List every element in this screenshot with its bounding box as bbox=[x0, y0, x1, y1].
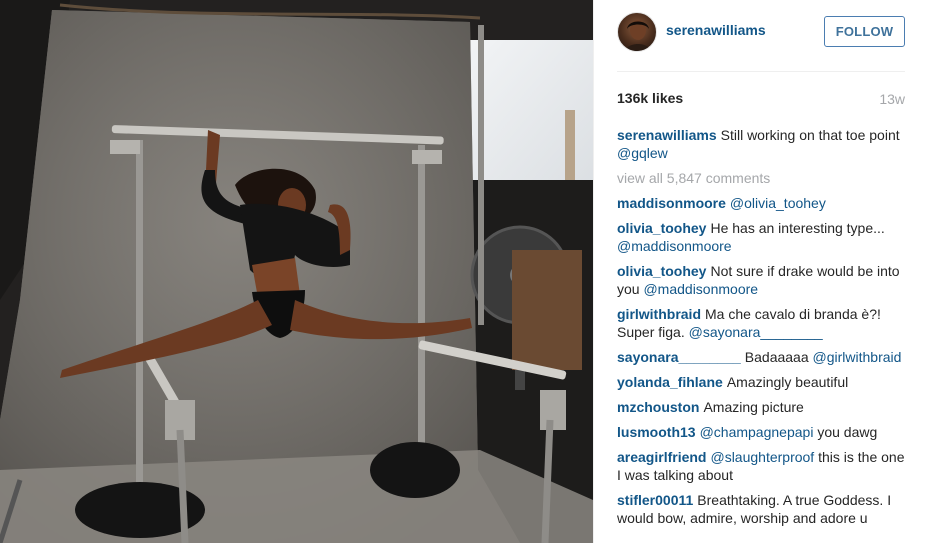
comment-mention[interactable]: @maddisonmoore bbox=[617, 238, 732, 254]
comment-author[interactable]: girlwithbraid bbox=[617, 306, 701, 322]
comment-mention[interactable]: @champagnepapi bbox=[700, 424, 814, 440]
list-item: maddisonmoore @olivia_toohey bbox=[617, 194, 905, 212]
post-photo[interactable] bbox=[0, 0, 593, 543]
post-username[interactable]: serenawilliams bbox=[666, 22, 766, 38]
post-age[interactable]: 13w bbox=[879, 91, 905, 107]
list-item: olivia_toohey Not sure if drake would be … bbox=[617, 262, 905, 298]
comment-author[interactable]: maddisonmoore bbox=[617, 195, 726, 211]
caption: serenawilliams Still working on that toe … bbox=[617, 126, 905, 162]
view-all-comments-link[interactable]: view all 5,847 comments bbox=[617, 169, 905, 187]
list-item: mzchouston Amazing picture bbox=[617, 398, 905, 416]
avatar-photo-icon bbox=[624, 20, 652, 51]
comment-author[interactable]: areagirlfriend bbox=[617, 449, 706, 465]
post-sidebar: serenawilliams FOLLOW 136k likes 13w ser… bbox=[593, 0, 925, 543]
follow-button[interactable]: FOLLOW bbox=[824, 16, 905, 47]
list-item: yolanda_fihlane Amazingly beautiful bbox=[617, 373, 905, 391]
comment-author[interactable]: yolanda_fihlane bbox=[617, 374, 723, 390]
header-divider bbox=[617, 71, 905, 72]
comment-author[interactable]: sayonara________ bbox=[617, 349, 741, 365]
comment-text: Amazingly beautiful bbox=[726, 374, 849, 390]
studio-photo-illustration bbox=[0, 0, 593, 543]
list-item: olivia_toohey He has an interesting type.… bbox=[617, 219, 905, 255]
comment-text: Still working on that toe point bbox=[720, 127, 900, 143]
comment-mention[interactable]: @olivia_toohey bbox=[730, 195, 826, 211]
list-item: stifler00011 Breathtaking. A true Goddess… bbox=[617, 491, 905, 526]
comment-text: Badaaaaa bbox=[744, 349, 809, 365]
avatar[interactable] bbox=[617, 12, 657, 52]
comments-list: serenawilliams Still working on that toe … bbox=[617, 126, 905, 526]
comment-author[interactable]: olivia_toohey bbox=[617, 220, 706, 236]
list-item: lusmooth13 @champagnepapi you dawg bbox=[617, 423, 905, 441]
post-stats: 136k likes 13w bbox=[617, 90, 905, 110]
list-item: girlwithbraid Ma che cavalo di branda è?!… bbox=[617, 305, 905, 341]
likes-count[interactable]: 136k likes bbox=[617, 90, 683, 106]
comment-text: you dawg bbox=[817, 424, 878, 440]
comment-mention[interactable]: @gqlew bbox=[617, 145, 668, 161]
comment-mention[interactable]: @slaughterproof bbox=[710, 449, 814, 465]
comment-mention[interactable]: @maddisonmoore bbox=[643, 281, 758, 297]
comment-mention[interactable]: @sayonara________ bbox=[689, 324, 823, 340]
comment-author[interactable]: lusmooth13 bbox=[617, 424, 696, 440]
comment-mention[interactable]: @girlwithbraid bbox=[813, 349, 902, 365]
instagram-post: serenawilliams FOLLOW 136k likes 13w ser… bbox=[0, 0, 925, 543]
post-header: serenawilliams FOLLOW bbox=[594, 0, 925, 71]
comment-text: Amazing picture bbox=[703, 399, 804, 415]
list-item: areagirlfriend @slaughterproof this is th… bbox=[617, 448, 905, 484]
comment-author[interactable]: stifler00011 bbox=[617, 492, 693, 508]
list-item: sayonara________ Badaaaaa @girlwithbraid bbox=[617, 348, 905, 366]
comment-author[interactable]: serenawilliams bbox=[617, 127, 717, 143]
comment-text: He has an interesting type... bbox=[710, 220, 885, 236]
comment-author[interactable]: mzchouston bbox=[617, 399, 699, 415]
comment-author[interactable]: olivia_toohey bbox=[617, 263, 706, 279]
